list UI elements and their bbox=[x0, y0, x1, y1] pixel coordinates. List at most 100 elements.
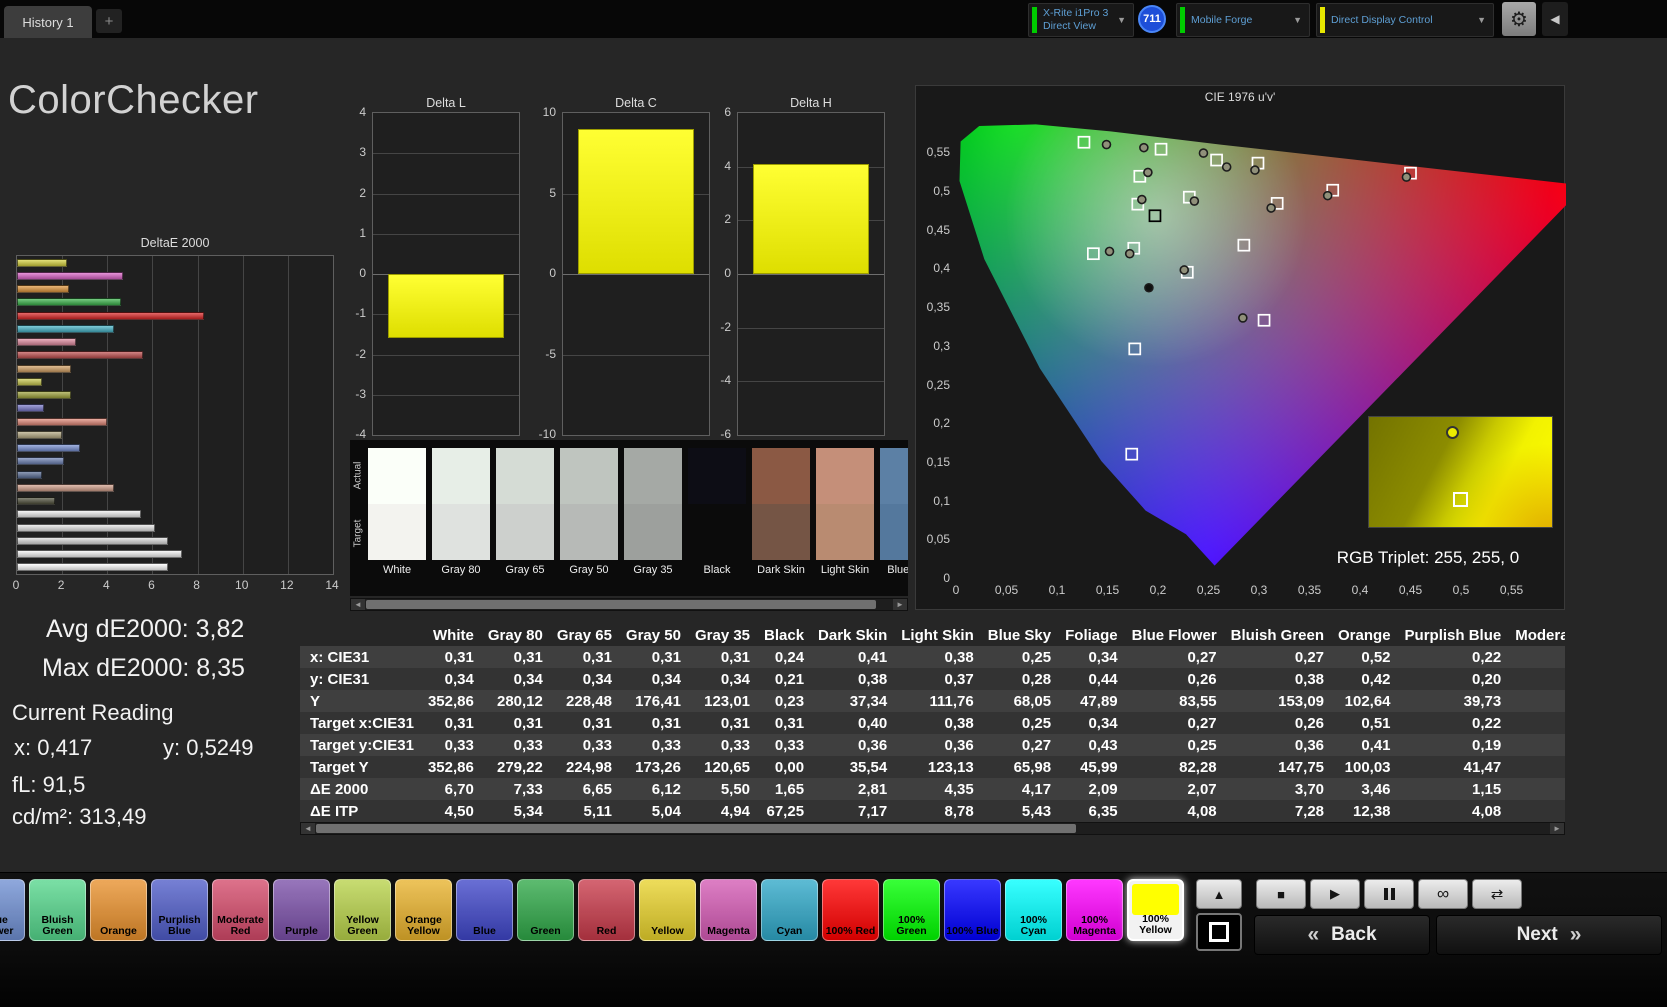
patch-button-orange[interactable]: Orange bbox=[90, 879, 147, 941]
patch-button-purple[interactable]: Purple bbox=[273, 879, 330, 941]
measured-point-marker bbox=[1140, 144, 1148, 152]
patch-button-yellow[interactable]: Yellow bbox=[639, 879, 696, 941]
scrollbar-thumb[interactable] bbox=[316, 824, 1076, 833]
source-dropdown[interactable]: Mobile Forge ▼ bbox=[1176, 3, 1310, 37]
delta-e-bar bbox=[17, 431, 62, 439]
swatch-label: White bbox=[368, 564, 426, 576]
patch-window-button[interactable] bbox=[1196, 913, 1242, 951]
table-cell: 0,34 bbox=[484, 668, 553, 690]
table-cell: 0,33 bbox=[622, 734, 691, 756]
table-cell: 70,16 bbox=[1511, 690, 1565, 712]
table-cell: 123,13 bbox=[897, 756, 984, 778]
patch-button-orange-yellow[interactable]: Orange Yellow bbox=[395, 879, 452, 941]
scrollbar-thumb[interactable] bbox=[366, 600, 876, 609]
scroll-right-icon[interactable]: ► bbox=[1550, 823, 1564, 834]
measured-point-marker bbox=[1251, 166, 1259, 174]
gear-icon[interactable]: ⚙ bbox=[1502, 2, 1536, 36]
meter-dropdown[interactable]: X-Rite i1Pro 3 Direct View ▼ bbox=[1028, 3, 1134, 37]
loop-button[interactable]: ⇄ bbox=[1472, 879, 1522, 909]
measured-point-marker bbox=[1402, 173, 1410, 181]
patch-label: Red bbox=[579, 926, 634, 938]
swatch-scrollbar[interactable]: ◄ ► bbox=[350, 598, 908, 611]
results-table-container: WhiteGray 80Gray 65Gray 50Gray 35BlackDa… bbox=[300, 624, 1565, 822]
patch-button-green[interactable]: Green bbox=[517, 879, 574, 941]
patch-button-magenta[interactable]: Magenta bbox=[700, 879, 757, 941]
scroll-left-icon[interactable]: ◄ bbox=[301, 823, 315, 834]
current-cdm2-value: cd/m²: 313,49 bbox=[12, 804, 147, 830]
delta-e-bar bbox=[17, 312, 204, 320]
continuous-measure-button[interactable]: ∞ bbox=[1418, 879, 1468, 909]
table-cell: 0,00 bbox=[760, 756, 814, 778]
swatch-label: Light Skin bbox=[816, 564, 874, 576]
selected-patch-chip bbox=[1132, 884, 1179, 915]
scroll-up-button[interactable]: ▲ bbox=[1196, 879, 1242, 909]
stop-icon: ■ bbox=[1277, 887, 1285, 902]
next-button[interactable]: Next » bbox=[1436, 915, 1662, 955]
swatch-gray-65: Gray 65 bbox=[496, 448, 554, 580]
scroll-right-icon[interactable]: ► bbox=[893, 599, 907, 610]
patch-button-100-cyan[interactable]: 100% Cyan bbox=[1005, 879, 1062, 941]
table-cell: 3,70 bbox=[1227, 778, 1334, 800]
display-control-dropdown[interactable]: Direct Display Control ▼ bbox=[1316, 3, 1494, 37]
patch-button-100-green[interactable]: 100% Green bbox=[883, 879, 940, 941]
delta-bar bbox=[388, 274, 505, 338]
delta-e-bar bbox=[17, 338, 76, 346]
table-scrollbar[interactable]: ◄ ► bbox=[300, 822, 1565, 835]
scroll-left-icon[interactable]: ◄ bbox=[351, 599, 365, 610]
table-cell: 67,25 bbox=[760, 800, 814, 822]
table-cell: 5,43 bbox=[984, 800, 1061, 822]
patch-button-bluish-green[interactable]: Bluish Green bbox=[29, 879, 86, 941]
patch-button-moderate-red[interactable]: Moderate Red bbox=[212, 879, 269, 941]
table-header-cell: Light Skin bbox=[897, 624, 984, 646]
table-cell: 3,95 bbox=[1511, 778, 1565, 800]
table-cell: 35,54 bbox=[814, 756, 897, 778]
pause-button[interactable] bbox=[1364, 879, 1414, 909]
chevron-down-icon: ▼ bbox=[1293, 15, 1302, 25]
swatch-label: Blue Sky bbox=[880, 564, 908, 576]
table-row: ΔE 20006,707,336,656,125,501,652,814,354… bbox=[300, 778, 1565, 800]
table-cell: 0,41 bbox=[1334, 734, 1401, 756]
delta-e-bar bbox=[17, 484, 114, 492]
delta-e-bar bbox=[17, 471, 42, 479]
table-cell: 280,12 bbox=[484, 690, 553, 712]
table-cell: 10,01 bbox=[1511, 800, 1565, 822]
patch-button-red[interactable]: Red bbox=[578, 879, 635, 941]
patch-label: 100% Yellow bbox=[1129, 914, 1182, 938]
collapse-panel-icon[interactable]: ◀ bbox=[1542, 2, 1568, 36]
patch-button-blue-flower[interactable]: Blue Flower bbox=[0, 879, 25, 941]
table-cell: 120,65 bbox=[691, 756, 760, 778]
add-tab-button[interactable]: + bbox=[96, 9, 122, 33]
table-cell: 0,46 bbox=[1511, 712, 1565, 734]
patch-button-100-magenta[interactable]: 100% Magenta bbox=[1066, 879, 1123, 941]
patch-label: Yellow bbox=[640, 926, 695, 938]
chart-plot-area bbox=[16, 255, 334, 575]
x-axis-tick-label: 0,45 bbox=[1391, 583, 1431, 597]
table-header-cell: Moderate Red bbox=[1511, 624, 1565, 646]
meter-label: X-Rite i1Pro 3 Direct View bbox=[1043, 7, 1110, 32]
table-cell: 0,27 bbox=[1128, 712, 1227, 734]
y-axis-tick-label: 1 bbox=[340, 226, 366, 240]
x-axis-tick-label: 0,1 bbox=[1037, 583, 1077, 597]
x-axis-tick-label: 14 bbox=[322, 578, 342, 592]
max-de2000-value: Max dE2000: 8,35 bbox=[42, 654, 245, 683]
patch-button-cyan[interactable]: Cyan bbox=[761, 879, 818, 941]
history-tab[interactable]: History 1 bbox=[4, 6, 92, 38]
stop-button[interactable]: ■ bbox=[1256, 879, 1306, 909]
table-cell: 4,35 bbox=[897, 778, 984, 800]
table-cell: 176,41 bbox=[622, 690, 691, 712]
patch-button-100-yellow[interactable]: 100% Yellow bbox=[1127, 879, 1184, 941]
bottom-bar: Blue FlowerBluish GreenOrangePurplish Bl… bbox=[0, 872, 1667, 1007]
table-row: Target Y352,86279,22224,98173,26120,650,… bbox=[300, 756, 1565, 778]
patch-button-blue[interactable]: Blue bbox=[456, 879, 513, 941]
back-button[interactable]: « Back bbox=[1254, 915, 1430, 955]
patch-button-yellow-green[interactable]: Yellow Green bbox=[334, 879, 391, 941]
patch-button-100-blue[interactable]: 100% Blue bbox=[944, 879, 1001, 941]
actual-swatch bbox=[560, 448, 618, 504]
patch-button-purplish-blue[interactable]: Purplish Blue bbox=[151, 879, 208, 941]
measurement-zoom-inset bbox=[1368, 416, 1553, 528]
swatch-gray-80: Gray 80 bbox=[432, 448, 490, 580]
patch-button-100-red[interactable]: 100% Red bbox=[822, 879, 879, 941]
meter-status-indicator bbox=[1032, 7, 1037, 33]
play-button[interactable]: ▶ bbox=[1310, 879, 1360, 909]
measurement-count-badge[interactable]: 711 bbox=[1138, 5, 1166, 33]
